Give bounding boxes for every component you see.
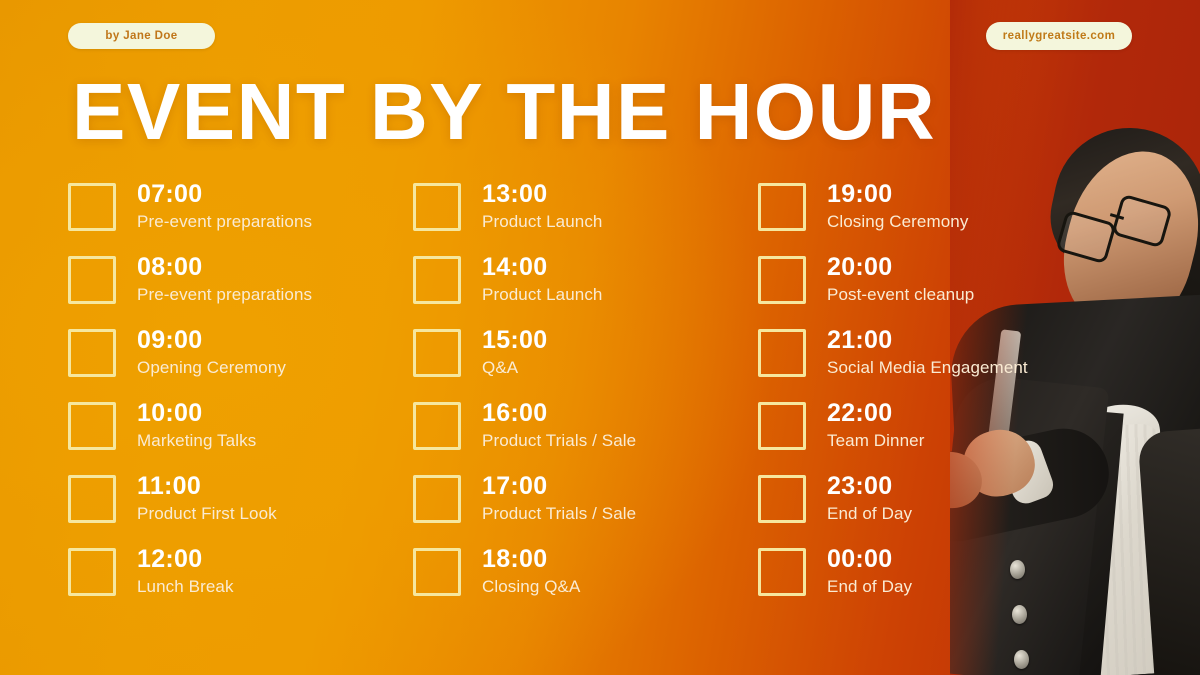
schedule-item: 19:00 Closing Ceremony — [758, 180, 1103, 253]
schedule-item-description: Pre-event preparations — [137, 212, 313, 231]
schedule-item-description: Team Dinner — [827, 431, 925, 450]
schedule-item-description: Closing Q&A — [482, 577, 581, 596]
checkbox-2200[interactable] — [758, 402, 806, 450]
schedule-item-description: End of Day — [827, 504, 913, 523]
author-badge: by Jane Doe — [68, 23, 215, 49]
schedule-item-text: 20:00 Post-event cleanup — [827, 253, 974, 305]
schedule-item-description: Product Launch — [482, 212, 603, 231]
schedule-item-text: 07:00 Pre-event preparations — [137, 180, 312, 232]
schedule-item-text: 13:00 Product Launch — [482, 180, 602, 232]
schedule-item-time: 16:00 — [482, 399, 548, 427]
checkbox-1300[interactable] — [413, 183, 461, 231]
schedule-item-text: 00:00 End of Day — [827, 545, 912, 597]
schedule-item: 22:00 Team Dinner — [758, 399, 1103, 472]
checkbox-1700[interactable] — [413, 475, 461, 523]
schedule-item-text: 11:00 Product First Look — [137, 472, 277, 524]
schedule-item: 14:00 Product Launch — [413, 253, 758, 326]
schedule-item-description: Q&A — [482, 358, 519, 377]
schedule-item-time: 00:00 — [827, 545, 893, 573]
schedule-item-time: 23:00 — [827, 472, 893, 500]
schedule-item: 13:00 Product Launch — [413, 180, 758, 253]
checkbox-1000[interactable] — [68, 402, 116, 450]
schedule-item-time: 07:00 — [137, 180, 203, 208]
checkbox-0000[interactable] — [758, 548, 806, 596]
schedule-item: 18:00 Closing Q&A — [413, 545, 758, 618]
schedule-item: 10:00 Marketing Talks — [68, 399, 413, 472]
schedule-item-time: 18:00 — [482, 545, 548, 573]
checkbox-1400[interactable] — [413, 256, 461, 304]
schedule-item-time: 13:00 — [482, 180, 548, 208]
schedule-item-description: Product Launch — [482, 285, 603, 304]
checkbox-0800[interactable] — [68, 256, 116, 304]
schedule-item-description: Closing Ceremony — [827, 212, 969, 231]
schedule-item-text: 15:00 Q&A — [482, 326, 547, 378]
schedule-item-text: 14:00 Product Launch — [482, 253, 602, 305]
schedule-item: 23:00 End of Day — [758, 472, 1103, 545]
schedule-item-time: 15:00 — [482, 326, 548, 354]
page-title: EVENT BY THE HOUR — [72, 67, 937, 156]
schedule-item-text: 22:00 Team Dinner — [827, 399, 924, 451]
schedule-item-time: 21:00 — [827, 326, 893, 354]
checkbox-2100[interactable] — [758, 329, 806, 377]
schedule-item-description: Pre-event preparations — [137, 285, 313, 304]
schedule-item-time: 14:00 — [482, 253, 548, 281]
schedule-item-description: Product Trials / Sale — [482, 504, 637, 523]
schedule-item: 00:00 End of Day — [758, 545, 1103, 618]
schedule-item: 16:00 Product Trials / Sale — [413, 399, 758, 472]
schedule-item-time: 22:00 — [827, 399, 893, 427]
schedule-item-time: 20:00 — [827, 253, 893, 281]
schedule-item-description: Marketing Talks — [137, 431, 257, 450]
checkbox-2000[interactable] — [758, 256, 806, 304]
coat-button — [1014, 650, 1029, 669]
poster-canvas: by Jane Doe reallygreatsite.com EVENT BY… — [0, 0, 1200, 675]
schedule-item-description: End of Day — [827, 577, 913, 596]
schedule-item: 12:00 Lunch Break — [68, 545, 413, 618]
checkbox-1800[interactable] — [413, 548, 461, 596]
schedule-item: 17:00 Product Trials / Sale — [413, 472, 758, 545]
schedule-item: 11:00 Product First Look — [68, 472, 413, 545]
schedule-item-text: 12:00 Lunch Break — [137, 545, 234, 597]
checkbox-0700[interactable] — [68, 183, 116, 231]
coat-lapel-right — [1137, 427, 1200, 675]
schedule-item-text: 21:00 Social Media Engagement — [827, 326, 1028, 378]
schedule-item: 07:00 Pre-event preparations — [68, 180, 413, 253]
schedule-item-time: 12:00 — [137, 545, 203, 573]
schedule-item-text: 16:00 Product Trials / Sale — [482, 399, 636, 451]
checkbox-1100[interactable] — [68, 475, 116, 523]
schedule-item: 20:00 Post-event cleanup — [758, 253, 1103, 326]
schedule-item-description: Product First Look — [137, 504, 277, 523]
schedule-item-time: 08:00 — [137, 253, 203, 281]
schedule-item-description: Post-event cleanup — [827, 285, 975, 304]
schedule-item-time: 10:00 — [137, 399, 203, 427]
schedule-grid: 07:00 Pre-event preparations 08:00 Pre-even… — [68, 180, 1138, 618]
schedule-item-text: 19:00 Closing Ceremony — [827, 180, 968, 232]
checkbox-2300[interactable] — [758, 475, 806, 523]
checkbox-1600[interactable] — [413, 402, 461, 450]
checkbox-1200[interactable] — [68, 548, 116, 596]
schedule-item-text: 23:00 End of Day — [827, 472, 912, 524]
schedule-item-time: 11:00 — [137, 472, 202, 500]
schedule-item: 08:00 Pre-event preparations — [68, 253, 413, 326]
checkbox-1500[interactable] — [413, 329, 461, 377]
schedule-item-text: 18:00 Closing Q&A — [482, 545, 580, 597]
schedule-item-time: 19:00 — [827, 180, 893, 208]
schedule-item: 21:00 Social Media Engagement — [758, 326, 1103, 399]
schedule-item: 09:00 Opening Ceremony — [68, 326, 413, 399]
schedule-item-description: Social Media Engagement — [827, 358, 1028, 377]
website-badge[interactable]: reallygreatsite.com — [986, 22, 1132, 50]
schedule-item: 15:00 Q&A — [413, 326, 758, 399]
schedule-item-description: Opening Ceremony — [137, 358, 287, 377]
checkbox-1900[interactable] — [758, 183, 806, 231]
checkbox-0900[interactable] — [68, 329, 116, 377]
schedule-item-text: 09:00 Opening Ceremony — [137, 326, 286, 378]
schedule-item-text: 10:00 Marketing Talks — [137, 399, 256, 451]
schedule-item-time: 09:00 — [137, 326, 203, 354]
schedule-item-time: 17:00 — [482, 472, 548, 500]
schedule-item-description: Product Trials / Sale — [482, 431, 637, 450]
schedule-item-text: 08:00 Pre-event preparations — [137, 253, 312, 305]
schedule-item-text: 17:00 Product Trials / Sale — [482, 472, 636, 524]
schedule-item-description: Lunch Break — [137, 577, 234, 596]
